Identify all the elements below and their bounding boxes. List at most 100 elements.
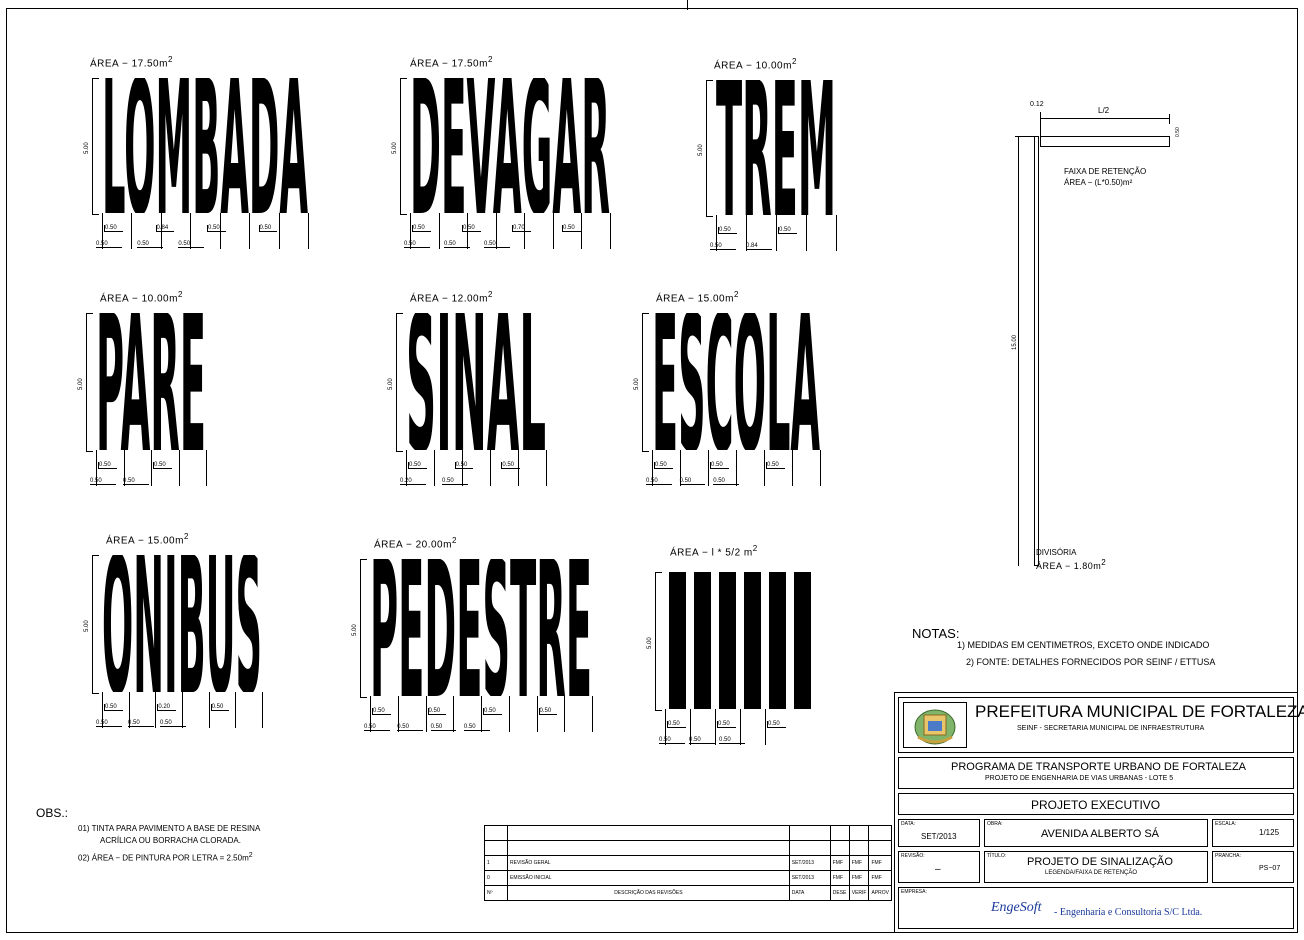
word-area: ÁREA − 10.00m2 (100, 290, 183, 305)
width-dimension: 0.50 (207, 225, 226, 232)
program-name: PROGRAMA DE TRANSPORTE URBANO DE FORTALE… (951, 761, 1247, 773)
word-text: PARE (96, 313, 206, 450)
obra-box: OBRA: AVENIDA ALBERTO SÁ (984, 819, 1208, 847)
retention-half-label: L/2 (1098, 106, 1110, 115)
scale-value: 1/125 (1259, 828, 1280, 837)
extension-line (736, 450, 737, 486)
revision-header: Nº DESCRIÇÃO DAS REVISÕES DATA DESE VERIF APR… (484, 885, 892, 901)
spacing-dimension: 0.50 (404, 241, 430, 248)
word-letters: DEVAGAR (410, 78, 610, 213)
extension-line (665, 709, 666, 745)
word-text: TREM (716, 80, 836, 215)
spacing-dimension: 0.50 (137, 241, 163, 248)
extension-line (249, 213, 251, 249)
spacing-dimension: 0.50 (96, 720, 122, 727)
width-dimension: 0.50 (412, 225, 431, 232)
height-label: 5.00 (392, 141, 398, 154)
extension-line (182, 692, 183, 728)
extension-line (434, 450, 435, 486)
height-label: 5.00 (352, 623, 358, 636)
spacing-dimension: 0.50 (659, 737, 685, 744)
word-letters: TREM (716, 80, 836, 215)
extension-line (765, 709, 766, 745)
extension-line (190, 213, 192, 249)
extension-line (564, 696, 566, 732)
scale-box: ESCALA: 1/125 (1212, 819, 1294, 847)
height-label: 5.00 (84, 619, 90, 632)
spacing-dimension: 0.50 (90, 478, 116, 485)
width-dimension: 0.50 (710, 462, 729, 469)
extension-line (467, 213, 469, 249)
width-dimension: 0.50 (766, 462, 785, 469)
extension-line (425, 696, 427, 732)
word-text: ESCOLA (652, 313, 820, 450)
spacing-dimension: 0.50 (484, 241, 510, 248)
word-text: SINAL (406, 313, 546, 450)
word-area: ÁREA − l * 5/2 m2 (670, 544, 758, 559)
extension-line (610, 213, 611, 249)
notes-title: NOTAS: (912, 626, 960, 641)
height-label: 5.00 (698, 143, 704, 156)
word-area: ÁREA − 10.00m2 (714, 57, 797, 72)
width-dimension: 0.50 (462, 225, 481, 232)
extension-line (746, 215, 747, 251)
stripe-bar (719, 572, 736, 709)
extension-line (836, 215, 837, 251)
word-area: ÁREA − 20.00m2 (374, 536, 457, 551)
titulo-box: TÍTULO: PROJETO DE SINALIZAÇÃO LEGENDA/F… (984, 851, 1208, 883)
width-dimension: 0.50 (427, 708, 447, 715)
word-letters: PARE (96, 313, 206, 450)
height-dimension (706, 80, 713, 217)
height-dimension (92, 555, 99, 694)
width-dimension: 0.50 (210, 704, 230, 711)
divider-dim (1018, 136, 1019, 566)
width-dimension: 0.50 (98, 462, 117, 469)
extension-line (453, 696, 455, 732)
width-dimension: 0.50 (454, 462, 474, 469)
company-logo: EngeSoft (991, 900, 1042, 915)
spacing-dimension: 0.50 (442, 478, 468, 485)
extension-line (96, 450, 97, 486)
spacing-dimension: 0.50 (689, 737, 715, 744)
phase-label: PROJETO EXECUTIVO (1031, 798, 1161, 812)
divider-area: ÁREA − 1.80m2 (1036, 558, 1107, 571)
obs-line-3: 02) ÁREA − DE PINTURA POR LETRA = 2.50m2 (78, 852, 253, 863)
extension-line (508, 696, 510, 732)
retention-side: 0.50 (1175, 127, 1181, 137)
word-text: PEDESTRE (370, 559, 592, 696)
sheet-value: PS−07 (1259, 865, 1281, 872)
extension-line (462, 450, 463, 486)
spacing-dimension: 0.50 (128, 720, 154, 727)
sheet-notch (687, 0, 688, 10)
retention-label: FAIXA DE RETENÇÃO (1064, 167, 1147, 176)
word-text: ÔNIBUS (102, 555, 262, 692)
word-letters (669, 572, 811, 709)
word-area: ÁREA − 12.00m2 (410, 290, 493, 305)
sheet-label: PRANCHA: (1215, 853, 1241, 859)
word-text: LOMBADA (102, 78, 308, 213)
extension-line (123, 450, 125, 486)
height-label: 5.00 (647, 636, 653, 649)
date-label: DATA: (901, 821, 915, 827)
spacing-dimension: 0.50 (710, 243, 736, 250)
retention-area: ÁREA − (L*0.50)m² (1064, 178, 1133, 187)
extension-line (308, 213, 309, 249)
org-subtitle: SEINF - SECRETARIA MUNICIPAL DE INFRAEST… (1017, 725, 1205, 732)
spacing-dimension: 0.50 (679, 478, 706, 485)
width-dimension: 0.50 (258, 225, 278, 232)
height-dimension (400, 78, 407, 215)
program-subtitle: PROJETO DE ENGENHARIA DE VIAS URBANAS - … (985, 775, 1174, 782)
extension-line (820, 450, 821, 486)
word-letters: PEDESTRE (370, 559, 592, 696)
spacing-dimension: 0.50 (96, 241, 122, 248)
extension-line (495, 213, 497, 249)
extension-line (262, 692, 263, 728)
extension-line (592, 696, 593, 732)
extension-line (490, 450, 491, 486)
revision-row: 1 REVISÃO GERAL SET/2013 FMF FMF FMF (484, 855, 892, 871)
extension-line (178, 450, 180, 486)
divider-height: 15.00 (1012, 334, 1018, 350)
company-name: - Engenharia e Consultoria S/C Ltda. (1054, 907, 1203, 918)
note-1: 1) MEDIDAS EM CENTIMETROS, EXCETO ONDE I… (957, 640, 1210, 650)
word-letters: ESCOLA (652, 313, 820, 450)
